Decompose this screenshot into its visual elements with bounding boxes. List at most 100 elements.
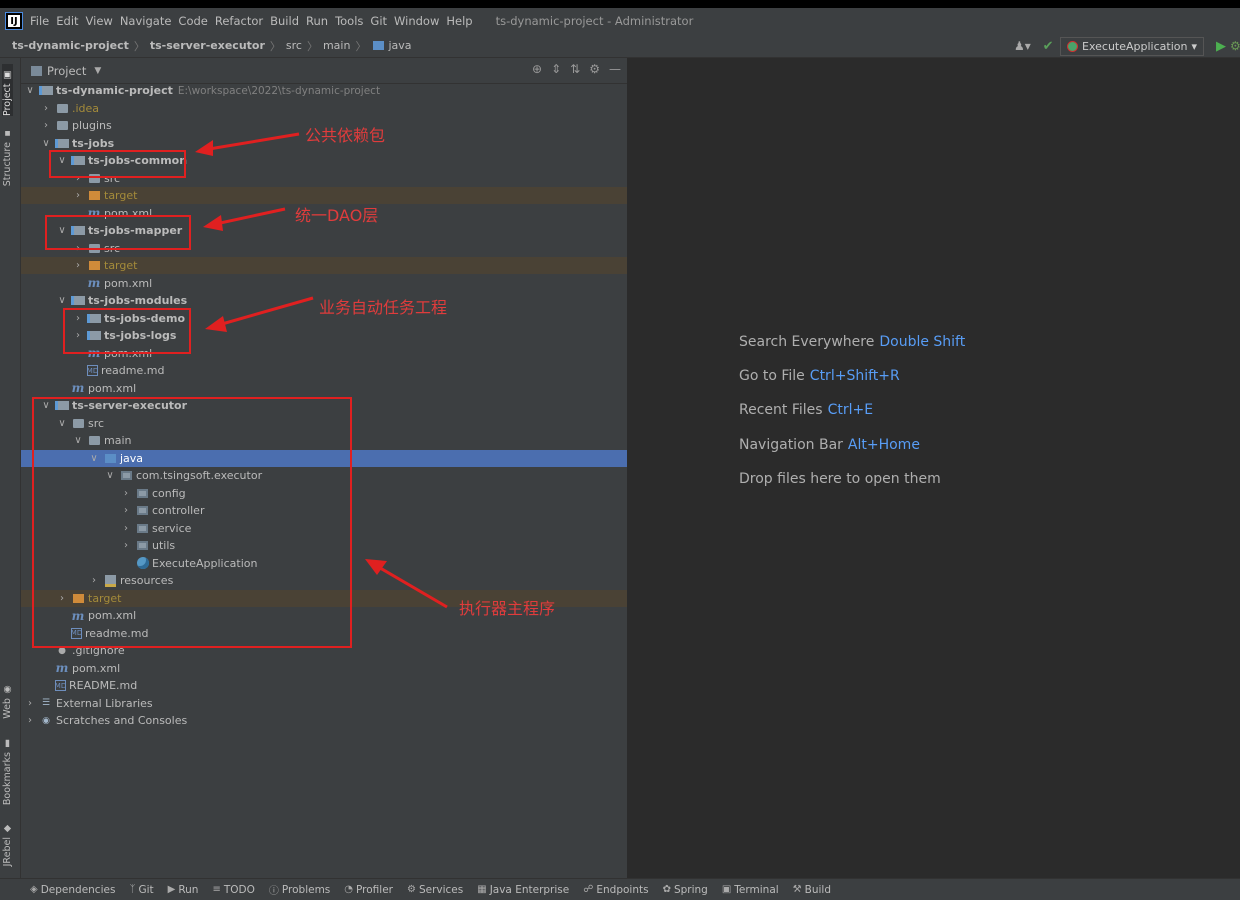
tool-dependencies[interactable]: ◈ Dependencies (30, 884, 115, 896)
menu-file[interactable]: File (30, 14, 49, 28)
tool-label: TODO (223, 883, 255, 896)
tool-git[interactable]: ᛉ Git (129, 884, 153, 896)
menu-help[interactable]: Help (446, 14, 472, 28)
annotation-text-modules: 业务自动任务工程 (319, 298, 448, 317)
tree-item[interactable]: › target (21, 257, 627, 274)
editor-empty-area[interactable]: Search Everywhere Double Shift Go to File… (627, 58, 1240, 878)
tree-item[interactable]: › .idea (21, 100, 627, 117)
annotation-box-executor (32, 397, 352, 648)
tree-item-label: pom.xml (104, 276, 153, 290)
tool-services[interactable]: ⚙ Services (407, 884, 463, 896)
dependencies-icon: ◈ (30, 884, 38, 895)
tab-structure[interactable]: Structure ▪ (2, 128, 13, 186)
hint-key: Alt+Home (847, 437, 920, 453)
tree-item[interactable]: m pom.xml (21, 275, 627, 292)
tool-build[interactable]: ⚒ Build (793, 884, 831, 896)
tool-terminal[interactable]: ▣ Terminal (722, 884, 779, 896)
menu-window[interactable]: Window (394, 14, 439, 28)
module-folder-icon (55, 137, 69, 149)
panel-title[interactable]: Project (47, 64, 86, 78)
breadcrumb-project[interactable]: ts-dynamic-project (12, 39, 129, 52)
build-icon: ⚒ (792, 884, 802, 895)
hint-recent-files: Recent Files Ctrl+E (739, 402, 873, 418)
menu-build[interactable]: Build (270, 14, 299, 28)
tree-item-label: External Libraries (56, 696, 153, 710)
chevron-down-icon[interactable]: ∨ (57, 295, 67, 306)
project-panel-header: Project ▼ ⊕ ⇕ ⇅ ⚙ — (21, 58, 627, 84)
tool-problems[interactable]: ⓘ Problems (269, 882, 330, 898)
tree-item[interactable]: m pom.xml (21, 660, 627, 677)
tool-profiler[interactable]: ◔ Profiler (344, 884, 393, 896)
menu-navigate[interactable]: Navigate (120, 14, 172, 28)
tree-item[interactable]: › ☰ External Libraries (21, 695, 627, 712)
tree-item-label: ts-jobs (72, 136, 115, 150)
terminal-icon: ▣ (721, 884, 732, 895)
menu-refactor[interactable]: Refactor (215, 14, 263, 28)
hammer-icon[interactable]: ✔ (1036, 39, 1060, 54)
tool-java-enterprise[interactable]: ▦ Java Enterprise (477, 884, 569, 896)
chevron-right-icon[interactable]: › (73, 260, 83, 271)
left-tool-strip: Project ▣ Structure ▪ Web ◉ Bookmarks ▮ … (0, 58, 21, 878)
tree-item[interactable]: › ◉ Scratches and Consoles (21, 712, 627, 729)
menu-edit[interactable]: Edit (56, 14, 78, 28)
hide-icon[interactable]: — (609, 62, 621, 76)
tree-item[interactable]: MD README.md (21, 677, 627, 694)
annotation-box-common (49, 150, 186, 178)
chevron-right-icon: 〉 (269, 39, 281, 53)
chevron-right-icon[interactable]: › (41, 103, 51, 114)
debug-icon[interactable]: ⚙ (1230, 39, 1240, 53)
breadcrumb-main[interactable]: main (323, 39, 350, 52)
annotation-text-mapper: 统一DAO层 (295, 206, 379, 225)
run-config-select[interactable]: ExecuteApplication ▾ (1060, 36, 1204, 56)
chevron-right-icon[interactable]: › (25, 715, 35, 726)
tool-label: Git (138, 883, 154, 896)
menu-git[interactable]: Git (370, 14, 387, 28)
tree-item-label: readme.md (101, 364, 165, 377)
tool-label: Run (178, 883, 199, 896)
breadcrumb-module[interactable]: ts-server-executor (150, 39, 265, 52)
tool-endpoints[interactable]: ☍ Endpoints (583, 884, 648, 896)
tool-run[interactable]: ▶ Run (168, 884, 199, 896)
tool-spring[interactable]: ✿ Spring (663, 884, 708, 896)
tab-bookmarks[interactable]: Bookmarks ▮ (2, 738, 13, 805)
expand-all-icon[interactable]: ⇕ (551, 62, 561, 76)
menu-run[interactable]: Run (306, 14, 328, 28)
gear-icon[interactable]: ⚙ (589, 62, 600, 76)
hint-search-everywhere: Search Everywhere Double Shift (739, 334, 965, 350)
hint-text: Recent Files (739, 402, 823, 418)
tree-item[interactable]: MD readme.md (21, 362, 627, 379)
tree-item[interactable]: ∨ ts-dynamic-project E:\workspace\2022\ts-… (21, 82, 627, 99)
tool-label: Java Enterprise (489, 883, 570, 896)
chevron-right-icon[interactable]: › (73, 190, 83, 201)
locate-icon[interactable]: ⊕ (532, 62, 542, 76)
tab-web[interactable]: Web ◉ (2, 684, 13, 719)
annotation-arrow (203, 207, 286, 231)
chevron-down-icon[interactable]: ∨ (41, 138, 51, 149)
annotation-text-executor: 执行器主程序 (459, 599, 556, 618)
tab-project[interactable]: Project ▣ (2, 64, 13, 116)
menu-view[interactable]: View (86, 14, 113, 28)
breadcrumb-java[interactable]: java (388, 39, 411, 52)
tool-label: Endpoints (596, 883, 649, 896)
tab-jrebel[interactable]: JRebel ◆ (2, 823, 13, 866)
menu-code[interactable]: Code (178, 14, 207, 28)
spring-app-icon (1067, 40, 1079, 52)
chevron-right-icon[interactable]: › (25, 698, 35, 709)
run-icon[interactable]: ▶ (1212, 39, 1230, 54)
tab-jrebel-label: JRebel (2, 837, 13, 867)
chevron-right-icon[interactable]: › (41, 120, 51, 131)
tool-todo[interactable]: ≡ TODO (212, 884, 254, 896)
hint-key: Double Shift (879, 334, 966, 350)
chevron-down-icon[interactable]: ∨ (25, 85, 35, 96)
chevron-down-icon: ▾ (1191, 39, 1197, 53)
project-path: E:\workspace\2022\ts-dynamic-project (177, 84, 381, 97)
maven-icon: m (87, 276, 101, 290)
tree-item[interactable]: m pom.xml (21, 380, 627, 397)
project-panel: Project ▼ ⊕ ⇕ ⇅ ⚙ — ∨ ts-dynamic-project E… (21, 58, 627, 878)
menu-tools[interactable]: Tools (335, 14, 363, 28)
user-icon[interactable]: ♟▾ (1014, 39, 1036, 53)
tool-label: Dependencies (40, 883, 116, 896)
collapse-all-icon[interactable]: ⇅ (570, 62, 580, 76)
breadcrumb-src[interactable]: src (286, 39, 302, 52)
chevron-down-icon[interactable]: ▼ (94, 66, 101, 76)
